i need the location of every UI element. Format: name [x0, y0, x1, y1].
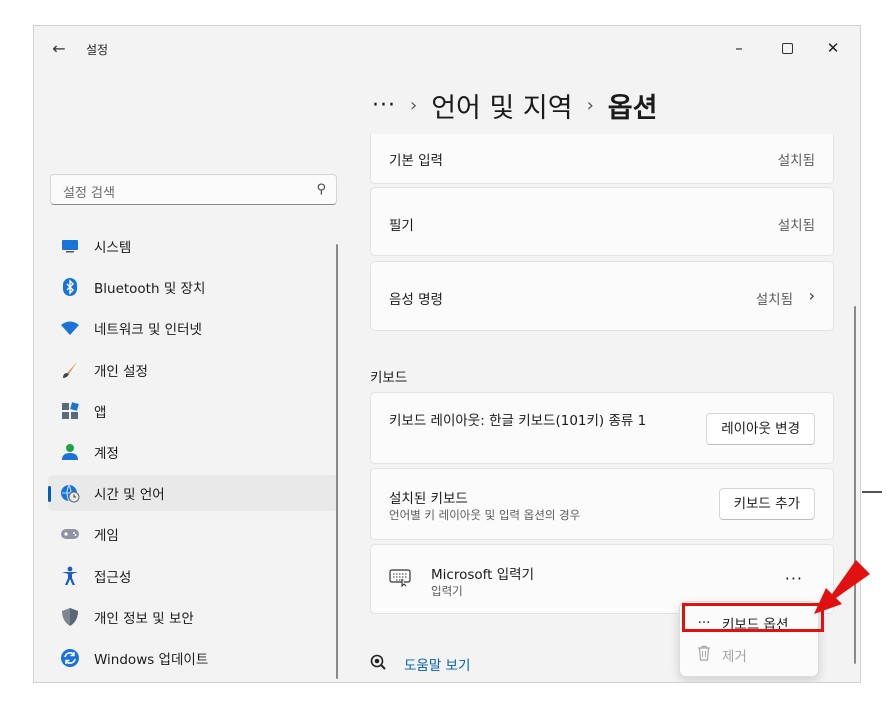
search-placeholder: 설정 검색	[63, 186, 115, 201]
monitor-icon	[60, 236, 80, 256]
feature-label: 음성 명령	[389, 292, 443, 308]
ime-name: Microsoft 입력기	[431, 567, 534, 583]
help-link[interactable]: 도움말 보기	[370, 654, 470, 674]
pointer-arrow-icon	[814, 560, 870, 614]
sidebar-item-label: 시스템	[94, 240, 132, 256]
title-bar: ← 설정 – ✕	[34, 26, 860, 70]
sidebar-item-label: 접근성	[94, 569, 132, 586]
accessibility-icon	[60, 566, 80, 586]
sidebar-item-label: 개인 정보 및 보안	[94, 610, 194, 627]
close-button[interactable]: ✕	[810, 32, 856, 64]
sidebar-item-network[interactable]: 네트워크 및 인터넷	[48, 310, 338, 346]
sidebar-item-label: Bluetooth 및 장치	[94, 281, 206, 298]
globe-clock-icon	[60, 483, 80, 503]
chevron-right-icon: ›	[409, 95, 418, 116]
menu-item-label: 키보드 옵션	[722, 617, 789, 633]
back-arrow-icon[interactable]: ←	[48, 38, 70, 60]
ime-sub: 입력기	[431, 584, 463, 598]
help-label: 도움말 보기	[404, 658, 471, 674]
sidebar-scrollbar[interactable]	[336, 244, 338, 679]
installed-keyboards-label: 설치된 키보드	[389, 491, 468, 507]
shield-icon	[60, 607, 80, 627]
sidebar-item-accounts[interactable]: 계정	[48, 434, 338, 470]
sidebar-item-system[interactable]: 시스템	[48, 228, 338, 264]
sidebar-item-accessibility[interactable]: 접근성	[48, 558, 338, 594]
breadcrumb: ··· › 언어 및 지역 › 옵션	[372, 86, 657, 125]
feature-status: 설치됨	[777, 218, 815, 234]
sidebar-item-windows-update[interactable]: Windows 업데이트	[48, 640, 338, 676]
keyboard-icon	[389, 567, 411, 591]
sidebar-item-label: 개인 설정	[94, 363, 148, 380]
feature-label: 필기	[389, 218, 414, 234]
feature-handwriting: 필기 설치됨	[370, 187, 834, 256]
maximize-button[interactable]	[764, 32, 810, 64]
installed-keyboards-card: 설치된 키보드 언어별 키 레이아웃 및 입력 옵션의 경우 키보드 추가	[370, 468, 834, 540]
more-options-button[interactable]: ···	[785, 569, 803, 588]
account-icon	[60, 442, 80, 462]
feature-speech[interactable]: 음성 명령 설치됨 ›	[370, 261, 834, 331]
keyboard-layout-label: 키보드 레이아웃: 한글 키보드(101키) 종류 1	[389, 413, 647, 429]
sidebar-item-privacy[interactable]: 개인 정보 및 보안	[48, 599, 338, 635]
maximize-icon	[781, 42, 793, 54]
sidebar-item-gaming[interactable]: 게임	[48, 516, 338, 552]
keyboard-section-title: 키보드	[370, 370, 408, 386]
sidebar-item-label: Windows 업데이트	[94, 651, 209, 668]
sidebar-item-label: 계정	[94, 445, 119, 462]
menu-item-label: 제거	[722, 649, 747, 665]
menu-item-keyboard-options[interactable]: ··· 키보드 옵션	[680, 608, 818, 638]
more-icon: ···	[697, 615, 711, 631]
minimize-button[interactable]: –	[716, 32, 762, 64]
breadcrumb-overflow[interactable]: ···	[372, 93, 396, 118]
chevron-right-icon: ›	[808, 286, 815, 305]
feature-label: 기본 입력	[389, 153, 443, 169]
help-icon	[370, 654, 388, 674]
search-input[interactable]: 설정 검색 ⚲	[50, 174, 337, 205]
app-title: 설정	[86, 43, 109, 57]
brush-icon	[60, 360, 80, 380]
sidebar-item-personalization[interactable]: 개인 설정	[48, 352, 338, 388]
page-title: 옵션	[607, 93, 658, 124]
feature-basic-input: 기본 입력 설치됨	[370, 134, 834, 184]
sidebar-item-time-language[interactable]: 시간 및 언어	[48, 475, 338, 512]
context-menu: ··· 키보드 옵션 제거	[679, 601, 819, 677]
sidebar-item-apps[interactable]: 앱	[48, 393, 338, 429]
sidebar-item-label: 네트워크 및 인터넷	[94, 322, 202, 339]
sidebar-item-label: 시간 및 언어	[94, 487, 165, 504]
bluetooth-icon	[60, 277, 80, 297]
update-icon	[60, 648, 80, 668]
sidebar-item-bluetooth[interactable]: Bluetooth 및 장치	[48, 269, 338, 305]
search-icon: ⚲	[316, 182, 326, 197]
settings-window: ← 설정 – ✕ 설정 검색 ⚲ 시스템 Bluetooth 및 장치 네트워크…	[33, 25, 861, 683]
sidebar-item-label: 앱	[94, 404, 107, 421]
sidebar-nav: 시스템 Bluetooth 및 장치 네트워크 및 인터넷 개인 설정 앱 계정…	[48, 228, 338, 681]
chevron-right-icon: ›	[586, 95, 594, 116]
change-layout-button[interactable]: 레이아웃 변경	[706, 413, 815, 445]
menu-item-remove[interactable]: 제거	[680, 640, 818, 670]
keyboard-layout-card: 키보드 레이아웃: 한글 키보드(101키) 종류 1 레이아웃 변경	[370, 392, 834, 464]
breadcrumb-language-region[interactable]: 언어 및 지역	[431, 86, 572, 125]
wifi-icon	[60, 318, 80, 338]
main-content: 기본 입력 설치됨 필기 설치됨 음성 명령 설치됨 › 키보드 키보드 레이아…	[370, 134, 836, 682]
trash-icon	[694, 645, 714, 665]
add-keyboard-button[interactable]: 키보드 추가	[718, 488, 815, 520]
sidebar-item-label: 게임	[94, 528, 119, 545]
apps-icon	[60, 401, 80, 421]
installed-keyboards-desc: 언어별 키 레이아웃 및 입력 옵션의 경우	[389, 508, 581, 522]
feature-status: 설치됨	[777, 153, 815, 169]
gamepad-icon	[60, 524, 80, 544]
feature-status: 설치됨	[755, 292, 793, 308]
divider	[862, 491, 882, 493]
